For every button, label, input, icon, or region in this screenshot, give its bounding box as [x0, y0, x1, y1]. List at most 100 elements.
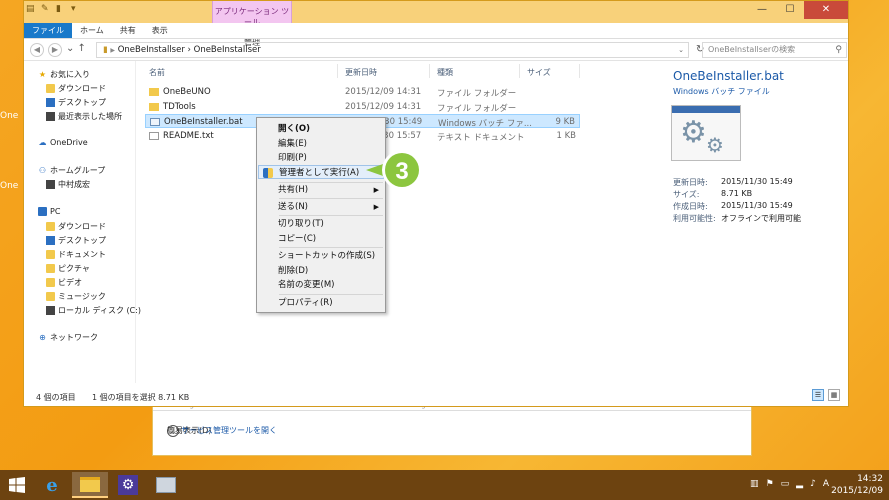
taskbar-explorer[interactable] — [72, 472, 108, 498]
nav-pc-documents[interactable]: ドキュメント — [46, 249, 106, 260]
file-name: TDTools — [163, 102, 196, 112]
preview-filename: OneBeInstaller.bat — [673, 69, 784, 83]
status-bar: 4 個の項目 1 個の項目を選択 8.71 KB ☰ ▦ — [24, 386, 848, 406]
address-path[interactable]: ▮ ▶ OneBeInstallser › OneBeInstallser ⌄ — [96, 42, 689, 58]
detail-value: 2015/11/30 15:49 — [721, 201, 793, 210]
detail-label: 更新日時: — [673, 178, 708, 187]
nav-pc-music[interactable]: ミュージック — [46, 291, 106, 302]
nav-label: デスクトップ — [58, 98, 106, 107]
details-view-icon[interactable]: ☰ — [812, 389, 824, 401]
column-header-size[interactable]: サイズ — [527, 67, 551, 78]
tab-home[interactable]: ホーム — [72, 23, 112, 38]
network-icon: ⊕ — [39, 333, 46, 342]
menu-item-send-to[interactable]: 送る(N) ▶ — [258, 200, 384, 214]
detail-label: 作成日時: — [673, 202, 708, 211]
nav-label: ダウンロード — [58, 222, 106, 231]
menu-item-delete[interactable]: 削除(D) — [258, 264, 384, 278]
batch-file-large-icon: ⚙ ⚙ — [671, 105, 741, 161]
start-button[interactable] — [0, 472, 34, 498]
column-divider[interactable] — [519, 64, 520, 78]
nav-label: ダウンロード — [58, 84, 106, 93]
signal-icon[interactable]: ▂ — [796, 479, 803, 489]
column-header-name[interactable]: 名前 — [149, 67, 165, 78]
forward-icon[interactable]: ▶ — [48, 43, 62, 57]
nav-pc-desktop[interactable]: デスクトップ — [46, 235, 106, 246]
close-button[interactable]: ✕ — [804, 1, 848, 19]
tab-share[interactable]: 共有 — [112, 23, 144, 38]
nav-network[interactable]: ⊕ ネットワーク — [38, 332, 98, 343]
tab-view[interactable]: 表示 — [144, 23, 176, 38]
menu-item-copy[interactable]: コピー(C) — [258, 232, 384, 246]
table-row[interactable]: OneBeUNO 2015/12/09 14:31 ファイル フォルダー — [145, 85, 580, 99]
nav-recent[interactable]: 最近表示した場所 — [46, 111, 122, 122]
nav-pc-downloads[interactable]: ダウンロード — [46, 221, 106, 232]
column-header-date[interactable]: 更新日時 — [345, 67, 377, 78]
detail-value: 8.71 KB — [721, 189, 753, 198]
ime-indicator[interactable]: A — [823, 479, 829, 489]
up-icon[interactable]: ⌄ ↑ — [66, 43, 86, 57]
clock[interactable]: 14:32 2015/12/09 — [831, 473, 883, 497]
back-icon[interactable]: ◀ — [30, 43, 44, 57]
nav-pc-videos[interactable]: ビデオ — [46, 277, 82, 288]
folder-icon[interactable]: ▤ — [26, 4, 38, 16]
nav-label: ホームグループ — [50, 166, 106, 175]
tab-file[interactable]: ファイル — [24, 23, 72, 38]
nav-onedrive[interactable]: ☁ OneDrive — [38, 138, 88, 147]
clock-date: 2015/12/09 — [831, 486, 883, 496]
table-row[interactable]: TDTools 2015/12/09 14:31 ファイル フォルダー — [145, 100, 580, 114]
step-number: 3 — [395, 158, 408, 185]
maximize-button[interactable]: ☐ — [776, 1, 804, 19]
detail-row: 利用可能性: オフラインで利用可能 — [673, 213, 801, 224]
column-header-type[interactable]: 種類 — [437, 67, 453, 78]
nav-favorites[interactable]: ★ お気に入り — [38, 69, 90, 80]
detail-value: オフラインで利用可能 — [721, 214, 801, 223]
taskbar-ie[interactable]: e — [34, 472, 70, 498]
menu-item-cut[interactable]: 切り取り(T) — [258, 217, 384, 231]
detail-row: サイズ: 8.71 KB — [673, 189, 752, 200]
chevron-right-icon: ▶ — [373, 203, 379, 211]
desktop-icon — [46, 98, 55, 107]
file-list: 名前 更新日時 種類 サイズ OneBeUNO 2015/12/09 14:31… — [137, 61, 667, 383]
music-icon — [46, 292, 55, 301]
file-type: ファイル フォルダー — [437, 89, 517, 99]
column-divider[interactable] — [579, 64, 580, 78]
menu-item-create-shortcut[interactable]: ショートカットの作成(S) — [258, 249, 384, 263]
windows-logo-icon — [9, 477, 25, 493]
volume-icon[interactable]: ♪ — [810, 479, 816, 489]
nav-label: デスクトップ — [58, 236, 106, 245]
nav-desktop[interactable]: デスクトップ — [46, 97, 106, 108]
minimize-button[interactable]: — — [748, 1, 776, 19]
menu-item-properties[interactable]: プロパティ(R) — [258, 296, 384, 310]
taskbar-settings[interactable]: ⚙ — [110, 472, 146, 498]
battery-icon[interactable]: ▭ — [781, 479, 790, 489]
chevron-down-icon[interactable]: ⌄ — [678, 43, 684, 57]
background-window: NetlogonNetlogon ︿ 簡易表示(D) サービス管理ツールを開く — [152, 400, 752, 456]
chevron-down-icon[interactable]: ▾ — [71, 4, 83, 16]
recent-icon — [46, 112, 55, 121]
menu-item-rename[interactable]: 名前の変更(M) — [258, 278, 384, 292]
explorer-window: ▤ ✎ ▮ ▾ アプリケーション ツール 管理 — ☐ ✕ ファイル ホーム 共… — [23, 0, 849, 407]
services-tool-link[interactable]: サービス管理ツールを開く — [181, 425, 277, 436]
navigation-pane: ★ お気に入り ダウンロード デスクトップ 最近表示した場所 ☁ OneDrive … — [24, 61, 141, 383]
nav-label: ドキュメント — [58, 250, 106, 259]
system-tray: ▥ ⚑ ▭ ▂ ♪ A — [750, 479, 829, 489]
large-icons-view-icon[interactable]: ▦ — [828, 389, 840, 401]
network-tray-icon[interactable]: ▥ — [750, 479, 759, 489]
nav-pc-local-disk[interactable]: ローカル ディスク (C:) — [46, 305, 141, 316]
file-size: 9 KB — [555, 117, 575, 127]
search-input[interactable]: OneBeInstallserの検索 ⚲ — [702, 42, 847, 58]
properties-icon[interactable]: ✎ — [41, 4, 53, 16]
taskbar-app[interactable] — [148, 472, 184, 498]
nav-downloads[interactable]: ダウンロード — [46, 83, 106, 94]
desktop-label: One — [0, 111, 19, 121]
nav-homegroup[interactable]: ⚇ ホームグループ — [38, 165, 105, 176]
flag-icon[interactable]: ⚑ — [766, 479, 774, 489]
menu-item-open[interactable]: 開く(O) — [258, 122, 384, 136]
nav-pc[interactable]: PC — [38, 207, 60, 216]
nav-pc-pictures[interactable]: ピクチャ — [46, 263, 90, 274]
column-divider[interactable] — [337, 64, 338, 78]
new-folder-icon[interactable]: ▮ — [56, 4, 68, 16]
column-divider[interactable] — [429, 64, 430, 78]
file-type: ファイル フォルダー — [437, 104, 517, 114]
nav-user[interactable]: 中村成宏 — [46, 179, 90, 190]
